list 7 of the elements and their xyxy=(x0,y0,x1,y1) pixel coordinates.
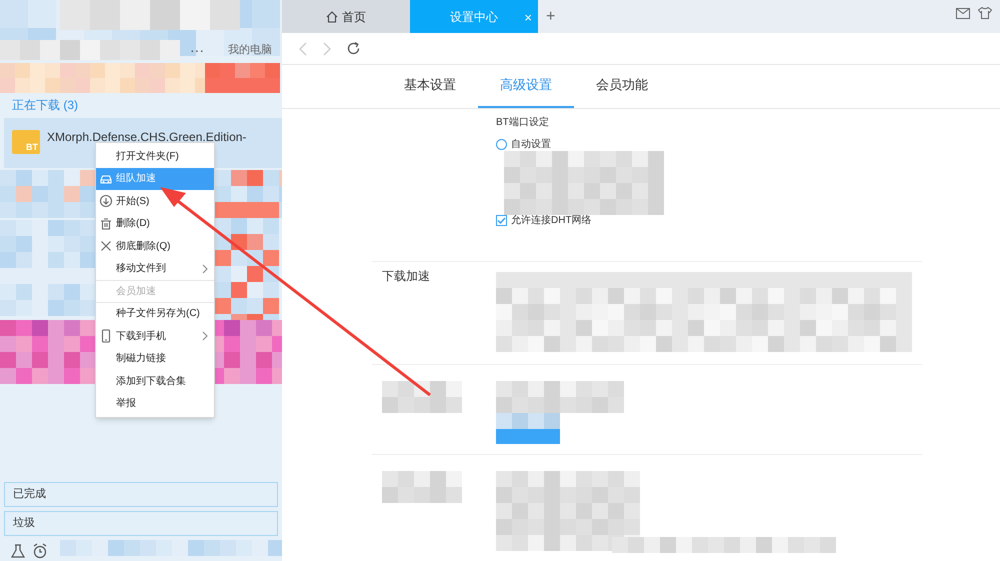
bt-folder-icon: BT xyxy=(12,130,40,154)
section-label: 下载加速 xyxy=(382,268,430,285)
section-heading: 正在下载 (3) xyxy=(12,97,78,114)
option-label: 允许连接DHT网络 xyxy=(511,214,592,228)
file-name: XMorph.Defense.CHS.Green.Edition- xyxy=(47,129,246,146)
option-label: 自动设置 xyxy=(511,138,551,152)
section-title: BT端口设定 xyxy=(496,116,549,130)
